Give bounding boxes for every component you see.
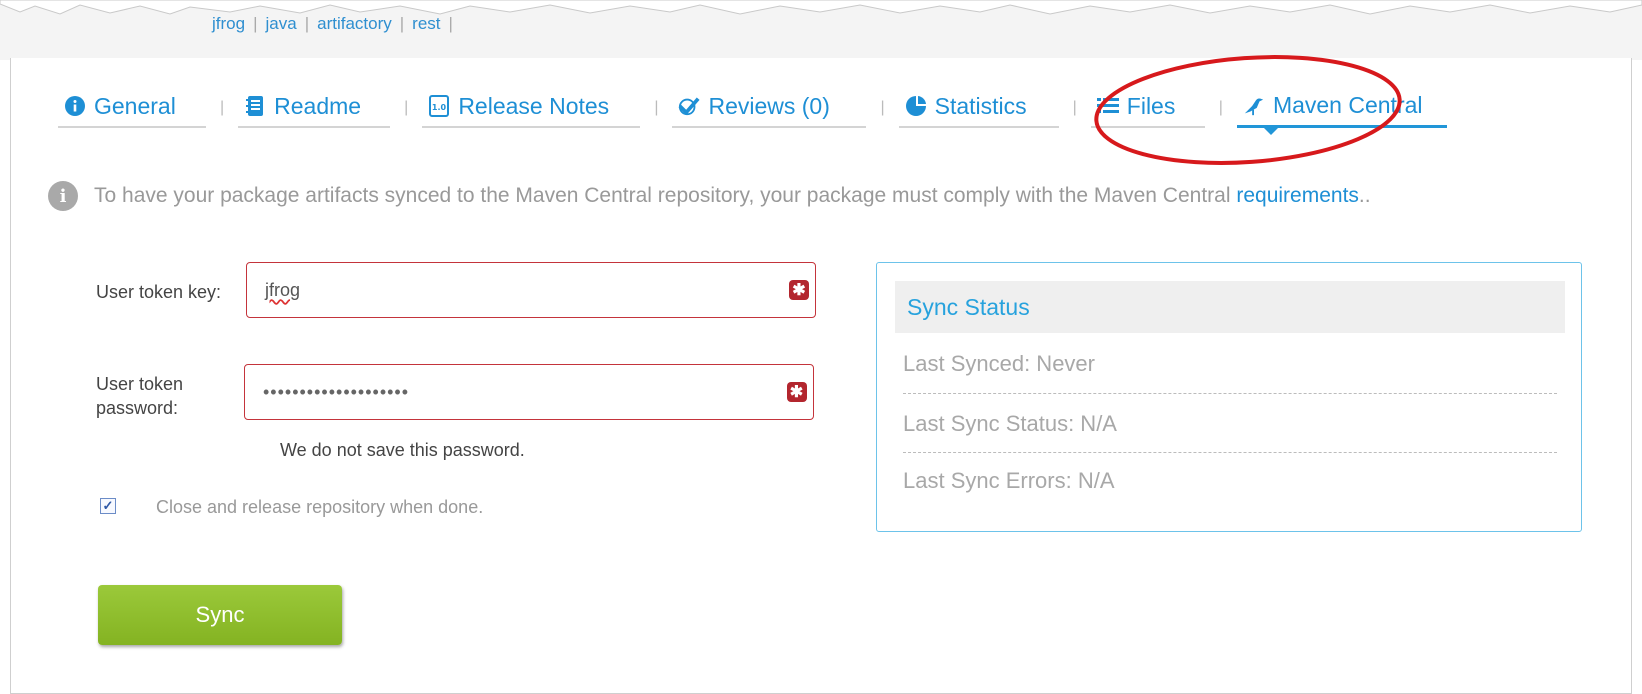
info-text: To have your package artifacts synced to…: [94, 184, 1231, 207]
notebook-icon: [244, 95, 266, 117]
tag-link[interactable]: artifactory: [309, 14, 400, 34]
breadcrumb-tags: jfrog | java | artifactory | rest |: [204, 14, 453, 34]
info-icon: [64, 95, 86, 117]
close-release-checkbox[interactable]: ✓: [100, 498, 116, 514]
last-synced: Last Synced: Never: [903, 351, 1095, 376]
header-band: jfrog | java | artifactory | rest |: [0, 0, 1642, 60]
tab-files[interactable]: Files: [1090, 86, 1205, 128]
password-hint: We do not save this password.: [280, 440, 525, 460]
checkmark-icon: [678, 95, 701, 117]
tab-bar: General | Readme | 1.0 Release Notes | R…: [58, 86, 1447, 135]
tag-link[interactable]: rest: [404, 14, 448, 34]
svg-text:1.0: 1.0: [432, 103, 447, 112]
token-key-label: User token key:: [96, 282, 222, 302]
divider: [903, 393, 1557, 394]
last-sync-status: Last Sync Status: N/A: [903, 411, 1117, 436]
token-key-value: jfrog: [265, 279, 301, 300]
sync-status-panel: Sync Status Last Synced: Never Last Sync…: [876, 262, 1582, 532]
tab-general[interactable]: General: [58, 86, 206, 128]
token-password-input[interactable]: •••••••••••••••••••• ✱: [244, 364, 814, 420]
divider: [903, 452, 1557, 453]
tab-readme[interactable]: Readme: [238, 86, 391, 128]
tab-reviews[interactable]: Reviews (0): [672, 86, 867, 128]
requirements-link[interactable]: requirements: [1236, 184, 1359, 207]
sync-status-title: Sync Status: [895, 281, 1565, 333]
required-icon: ✱: [789, 280, 809, 300]
required-icon: ✱: [787, 382, 807, 402]
last-sync-errors: Last Sync Errors: N/A: [903, 468, 1115, 493]
info-circle-icon: i: [48, 181, 78, 211]
tab-maven-central[interactable]: Maven Central: [1236, 86, 1447, 135]
close-release-label: Close and release repository when done.: [156, 497, 484, 517]
bird-icon: [1243, 95, 1265, 117]
sync-button[interactable]: Sync: [98, 585, 342, 645]
token-password-value: ••••••••••••••••••••: [263, 381, 410, 402]
tag-link[interactable]: java: [258, 14, 305, 34]
pie-chart-icon: [905, 95, 927, 117]
info-notice: i To have your package artifacts synced …: [48, 181, 1371, 211]
token-key-input[interactable]: jfrog ✱: [246, 262, 816, 318]
tab-statistics[interactable]: Statistics: [898, 86, 1059, 128]
token-password-label: User token password:: [96, 374, 184, 418]
tag-link[interactable]: jfrog: [204, 14, 253, 34]
tab-release-notes[interactable]: 1.0 Release Notes: [422, 86, 641, 128]
release-notes-icon: 1.0: [428, 95, 450, 117]
list-icon: [1096, 95, 1119, 117]
